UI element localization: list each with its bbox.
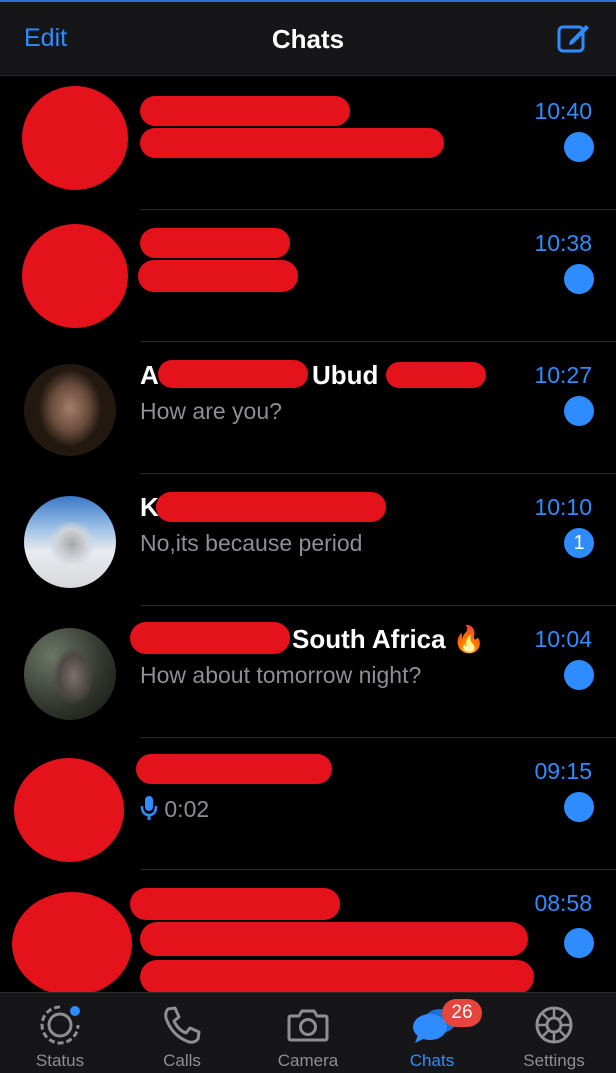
chat-message: How are you? (140, 398, 282, 424)
chat-time: 08:58 (534, 890, 592, 916)
chat-time: 10:27 (534, 362, 592, 388)
chat-row[interactable]: K No,its because period 10:10 1 (0, 474, 616, 606)
voice-duration: 0:02 (164, 796, 210, 822)
chat-row[interactable]: 08:58 (0, 870, 616, 992)
tab-label: Status (35, 1051, 85, 1070)
camera-icon (287, 1009, 329, 1042)
unread-dot (564, 660, 594, 690)
chat-row[interactable]: South Africa 🔥 How about tomorrow night?… (0, 606, 616, 738)
status-icon (40, 1005, 80, 1045)
tab-label: Chats (409, 1051, 455, 1070)
redacted-avatar (14, 758, 124, 862)
chat-message: How about tomorrow night? (140, 662, 422, 688)
tab-camera[interactable]: Camera (248, 993, 368, 1073)
avatar (24, 496, 116, 588)
chat-name-suffix: Ubud (312, 360, 379, 390)
redacted-name (156, 492, 386, 522)
chat-message: 0:02 (140, 794, 209, 823)
edit-button[interactable]: Edit (24, 24, 67, 53)
avatar (24, 628, 116, 720)
chat-time: 10:40 (534, 98, 592, 124)
chat-name-prefix: A (140, 360, 159, 390)
chat-list: 10:40 10:38 A Ubud How are you? 10:27 K … (0, 78, 616, 992)
chat-row[interactable]: 0:02 09:15 (0, 738, 616, 870)
phone-icon (164, 1006, 201, 1044)
page-title: Chats (271, 24, 345, 54)
chat-name: South Africa 🔥 (292, 624, 485, 655)
microphone-icon (140, 796, 158, 820)
redacted-name (140, 228, 290, 258)
tab-calls[interactable]: Calls (122, 993, 242, 1073)
redacted-message (140, 128, 444, 158)
unread-dot (564, 132, 594, 162)
chat-row[interactable]: 10:38 (0, 210, 616, 342)
nav-bar: Edit Chats (0, 0, 616, 76)
avatar (24, 364, 116, 456)
chat-message: No,its because period (140, 530, 363, 556)
redacted-message (140, 960, 534, 992)
tab-bar: Status Calls Camera 26 Chats Settings (0, 992, 616, 1073)
redacted-name (130, 622, 290, 654)
tab-label: Settings (523, 1051, 585, 1070)
unread-dot (564, 792, 594, 822)
tab-settings[interactable]: Settings (494, 993, 614, 1073)
gear-icon (535, 1006, 573, 1044)
chat-time: 09:15 (534, 758, 592, 784)
unread-dot (564, 396, 594, 426)
redacted-name (136, 754, 332, 784)
chat-row[interactable]: 10:40 (0, 78, 616, 210)
chat-time: 10:38 (534, 230, 592, 256)
unread-count-badge: 1 (564, 528, 594, 558)
chat-time: 10:04 (534, 626, 592, 652)
tab-label: Camera (277, 1051, 339, 1070)
tab-label: Calls (163, 1051, 201, 1070)
tab-chats[interactable]: 26 Chats (372, 993, 492, 1073)
redacted-avatar (22, 224, 128, 328)
redacted-name (386, 362, 486, 388)
redacted-message (140, 922, 528, 956)
chat-name: A (140, 360, 159, 391)
unread-chats-badge: 26 (442, 999, 482, 1027)
unread-dot (564, 928, 594, 958)
redacted-message (138, 260, 298, 292)
tab-status[interactable]: Status (0, 993, 120, 1073)
redacted-avatar (22, 86, 128, 190)
redacted-name (130, 888, 340, 920)
fire-emoji-icon: 🔥 (452, 624, 486, 654)
chat-row[interactable]: A Ubud How are you? 10:27 (0, 342, 616, 474)
unread-dot (564, 264, 594, 294)
redacted-name (140, 96, 350, 126)
redacted-avatar (12, 892, 132, 992)
chat-name-suffix: South Africa (292, 624, 446, 654)
compose-icon[interactable] (556, 20, 592, 56)
redacted-name (158, 360, 308, 388)
chat-time: 10:10 (534, 494, 592, 520)
